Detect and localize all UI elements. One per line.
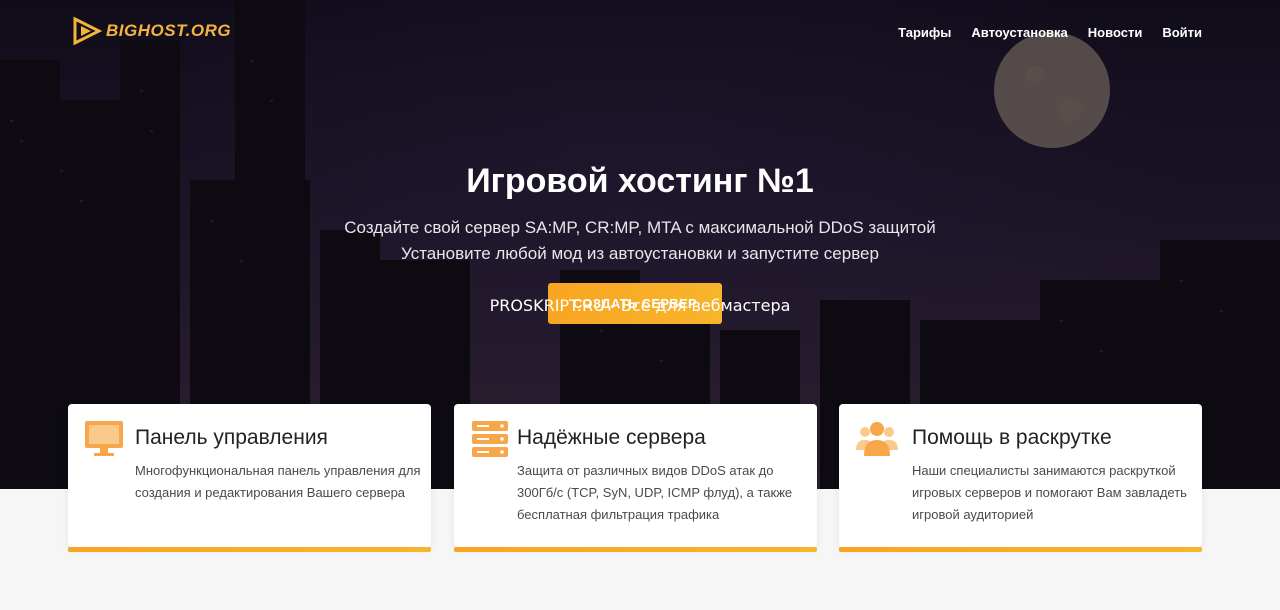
- feature-text: Многофункциональная панель управления дл…: [135, 463, 421, 500]
- logo-text: BIGHOST.ORG: [106, 21, 232, 40]
- main-nav: Тарифы Автоустановка Новости Войти: [898, 25, 1202, 40]
- watermark-text: PROSKRIPT.RU - Все для вебмастера: [489, 296, 791, 315]
- hero-subtitle-2: Установите любой мод из автоустановки и …: [401, 244, 879, 263]
- feature-title: Надёжные сервера: [517, 426, 706, 449]
- feature-card-panel: Панель управления Многофункциональная па…: [68, 404, 431, 547]
- nav-link-tariffs[interactable]: Тарифы: [898, 25, 951, 40]
- feature-text: Наши специалисты занимаются раскруткой и…: [912, 463, 1187, 522]
- feature-card-promotion: Помощь в раскрутке Наши специалисты зани…: [839, 404, 1202, 547]
- feature-card-bar: [839, 547, 1202, 552]
- nav-link-login[interactable]: Войти: [1162, 25, 1202, 40]
- nav-link-news[interactable]: Новости: [1088, 25, 1143, 40]
- server-icon: [472, 421, 508, 457]
- feature-card-bar: [454, 547, 817, 552]
- feature-card-servers: Надёжные сервера Защита от различных вид…: [454, 404, 817, 547]
- nav-link-autoinstall[interactable]: Автоустановка: [971, 25, 1067, 40]
- hero-title: Игровой хостинг №1: [466, 162, 814, 200]
- users-icon: [856, 422, 898, 456]
- feature-title: Помощь в раскрутке: [912, 426, 1112, 449]
- logo-triangle-icon: [73, 16, 102, 46]
- feature-title: Панель управления: [135, 426, 328, 449]
- monitor-icon: [85, 421, 123, 456]
- feature-text: Защита от различных видов DDoS атак до 3…: [517, 463, 793, 522]
- hero-subtitle-1: Создайте свой сервер SA:MP, CR:MP, MTA с…: [344, 218, 936, 237]
- logo[interactable]: BIGHOST.ORG: [72, 16, 231, 46]
- feature-card-bar: [68, 547, 431, 552]
